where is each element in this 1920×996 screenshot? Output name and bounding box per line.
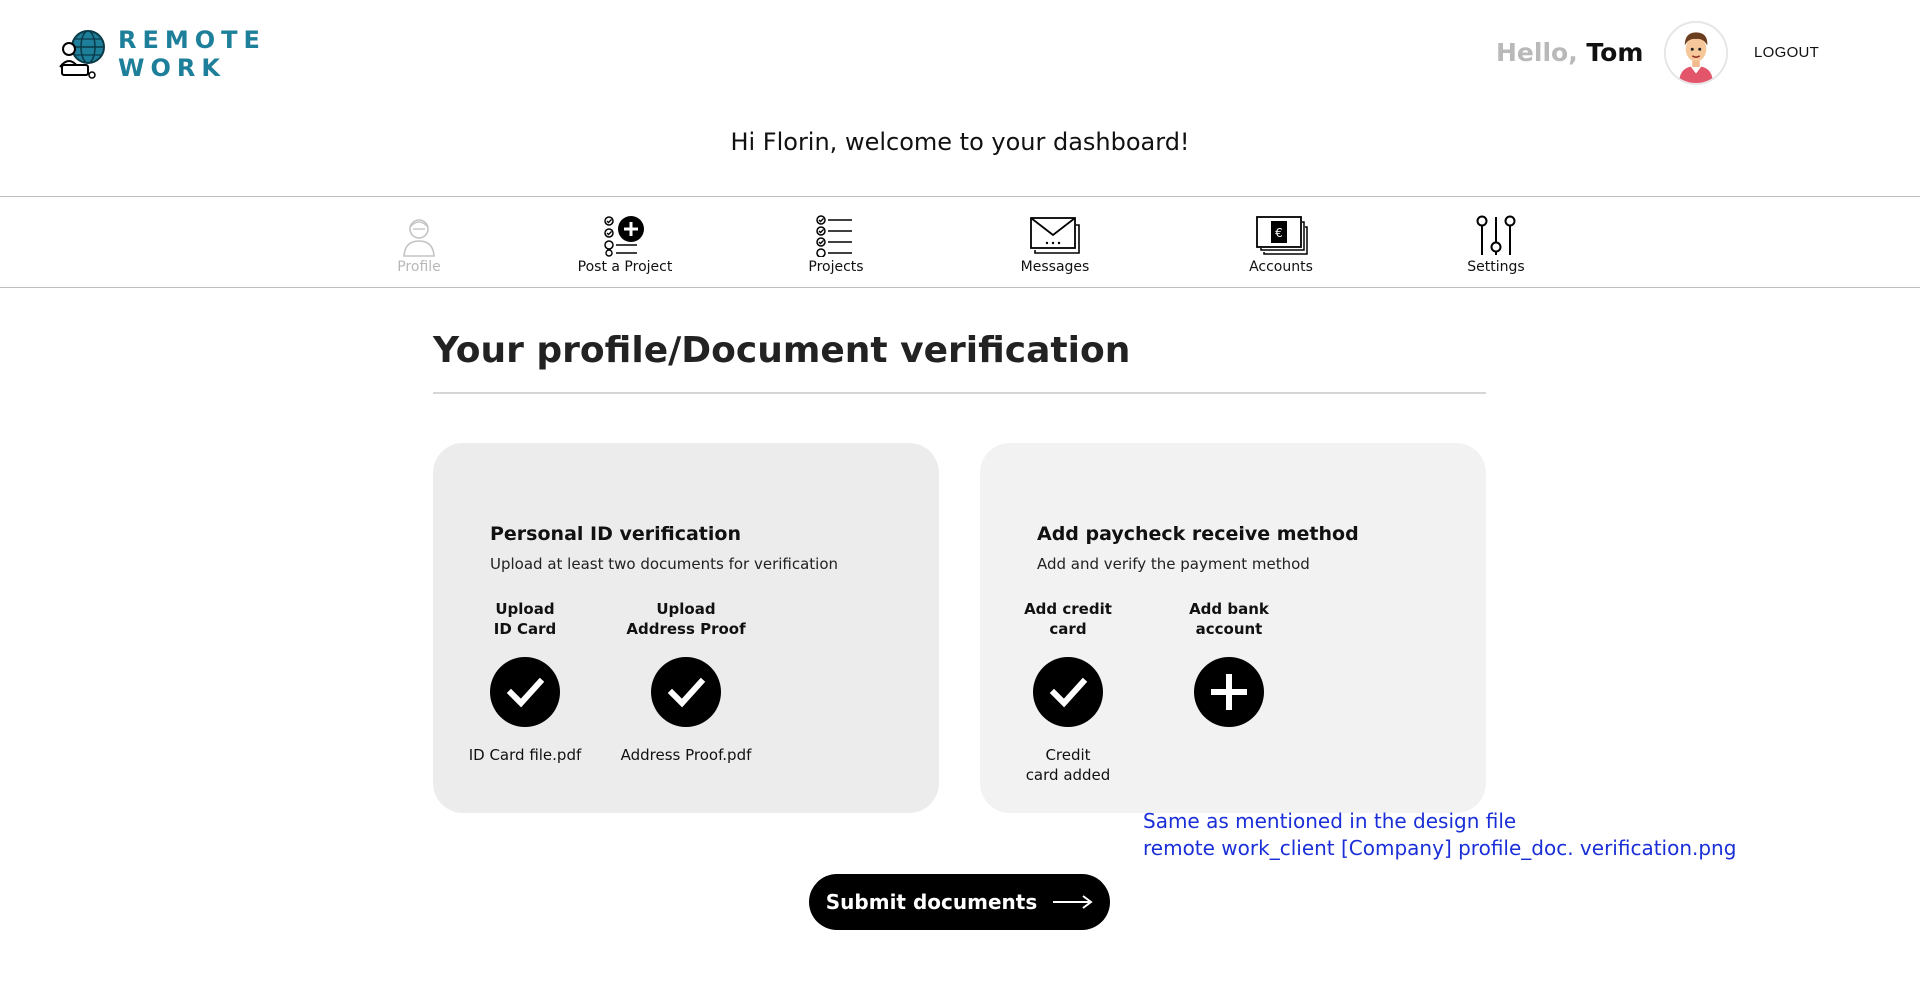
add-bank-account-item: Add bank account — [1144, 599, 1314, 727]
nav-label-post-project: Post a Project — [577, 259, 673, 275]
accounts-banknotes-icon: € — [1256, 216, 1308, 255]
user-avatar-icon — [1666, 23, 1726, 83]
user-name: Tom — [1586, 38, 1644, 67]
personal-id-verification-card: Personal ID verification Upload at least… — [433, 443, 939, 813]
nav-label-projects: Projects — [808, 259, 864, 275]
svg-text:€: € — [1275, 226, 1283, 240]
nav-label-settings: Settings — [1467, 259, 1525, 275]
card-title: Add paycheck receive method — [1037, 523, 1359, 545]
projects-checklist-icon — [816, 215, 852, 257]
card-subtitle: Upload at least two documents for verifi… — [490, 555, 839, 573]
logo[interactable]: REMOTE WORK — [56, 26, 266, 82]
add-credit-card-item: Add credit card Credit card added — [983, 599, 1153, 785]
credit-card-status: Credit card added — [1025, 746, 1111, 784]
welcome-message: Hi Florin, welcome to your dashboard! — [730, 128, 1190, 156]
checkmark-icon — [506, 677, 545, 708]
title-divider — [433, 392, 1486, 394]
add-bank-account-button[interactable] — [1194, 657, 1264, 727]
avatar[interactable] — [1664, 21, 1728, 85]
hello-text: Hello, — [1496, 38, 1578, 67]
logo-text: REMOTE WORK — [118, 26, 266, 82]
messages-envelope-icon — [1030, 217, 1080, 254]
nav-label-profile: Profile — [397, 259, 441, 275]
upload-id-card-item: Upload ID Card ID Card file.pdf — [440, 599, 610, 765]
add-bank-account-label: Add bank account — [1189, 600, 1269, 638]
plus-icon — [1211, 674, 1247, 710]
nav-item-accounts[interactable]: € Accounts — [1211, 215, 1351, 275]
upload-id-card-button[interactable] — [490, 657, 560, 727]
add-credit-card-button[interactable] — [1033, 657, 1103, 727]
nav-item-post-project[interactable]: Post a Project — [555, 215, 695, 275]
submit-documents-label: Submit documents — [825, 890, 1038, 914]
logout-link[interactable]: LOGOUT — [1754, 44, 1819, 61]
main-nav: Profile Post a Project Projects Messages… — [0, 196, 1920, 288]
nav-item-settings[interactable]: Settings — [1426, 215, 1566, 275]
globe-worker-logo-icon — [59, 30, 105, 79]
paycheck-method-card: Add paycheck receive method Add and veri… — [980, 443, 1486, 813]
checkmark-icon — [667, 677, 706, 708]
nav-label-accounts: Accounts — [1249, 259, 1313, 275]
nav-item-messages[interactable]: Messages — [985, 215, 1125, 275]
post-project-icon — [604, 216, 644, 257]
submit-documents-button[interactable]: Submit documents — [809, 874, 1110, 930]
arrow-right-icon — [1053, 895, 1093, 909]
page-title: Your profile/Document verification — [433, 330, 1131, 371]
upload-address-proof-button[interactable] — [651, 657, 721, 727]
design-note: Same as mentioned in the design file rem… — [1143, 808, 1736, 862]
id-card-file-name: ID Card file.pdf — [468, 746, 582, 764]
design-note-line2: remote work_client [Company] profile_doc… — [1143, 836, 1737, 860]
upload-id-card-label: Upload ID Card — [493, 600, 557, 638]
nav-item-profile[interactable]: Profile — [349, 215, 489, 275]
upload-address-proof-item: Upload Address Proof Address Proof.pdf — [601, 599, 771, 765]
user-greeting: Hello, Tom — [1496, 38, 1643, 67]
nav-item-projects[interactable]: Projects — [766, 215, 906, 275]
logo-line-work: WORK — [118, 54, 226, 82]
design-note-line1: Same as mentioned in the design file — [1143, 809, 1517, 833]
checkmark-icon — [1049, 677, 1088, 708]
nav-label-messages: Messages — [1020, 259, 1090, 275]
address-proof-file-name: Address Proof.pdf — [620, 746, 752, 764]
upload-address-proof-label: Upload Address Proof — [626, 600, 746, 638]
profile-icon — [403, 219, 435, 257]
card-title: Personal ID verification — [490, 523, 741, 545]
add-credit-card-label: Add credit card — [1024, 600, 1112, 638]
logo-line-remote: REMOTE — [118, 26, 266, 54]
card-subtitle: Add and verify the payment method — [1037, 555, 1310, 573]
settings-sliders-icon — [1476, 215, 1516, 255]
